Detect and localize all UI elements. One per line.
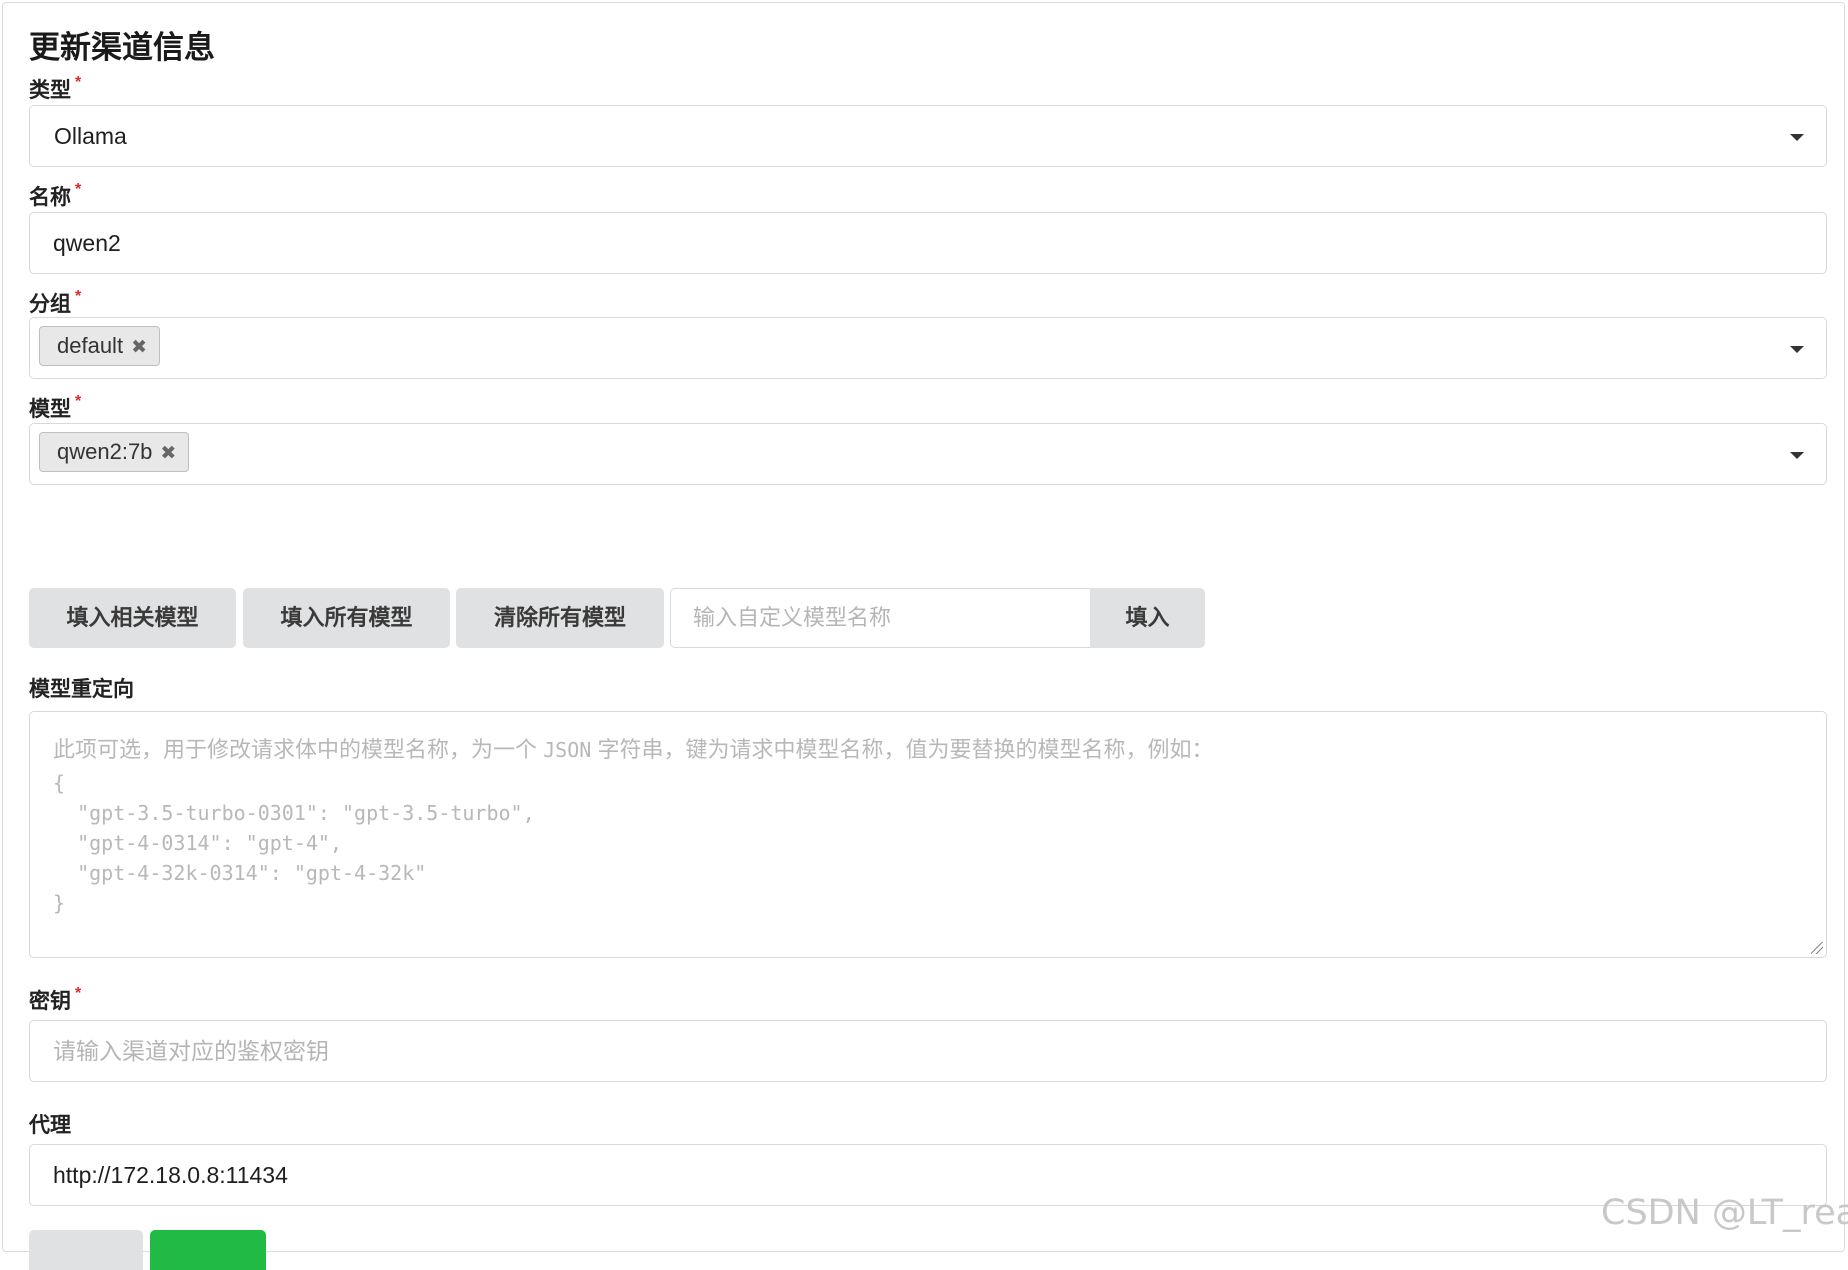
dropdown-caret-icon[interactable]: [1790, 134, 1804, 141]
group-multiselect[interactable]: default ✖: [29, 317, 1827, 379]
name-label-text: 名称: [29, 186, 71, 209]
group-tag-label: default: [57, 333, 124, 358]
proxy-label: 代理: [29, 1109, 71, 1139]
placeholder-tail: 字符串，键为请求中模型名称，值为要替换的模型名称，例如：: [597, 737, 1214, 762]
submit-button[interactable]: [150, 1230, 266, 1270]
model-tag: qwen2:7b ✖: [39, 432, 190, 472]
model-mapping-textarea[interactable]: 此项可选，用于修改请求体中的模型名称，为一个 JSON 字符串，键为请求中模型名…: [29, 711, 1827, 958]
model-mapping-label: 模型重定向: [29, 673, 134, 703]
type-select-value: Ollama: [54, 123, 127, 149]
placeholder-text: 此项可选，用于修改请求体中的模型名称，为一个: [53, 737, 538, 762]
model-mapping-placeholder-code: { "gpt-3.5-turbo-0301": "gpt-3.5-turbo",…: [53, 771, 535, 915]
page-title: 更新渠道信息: [29, 30, 215, 65]
proxy-label-text: 代理: [29, 1114, 71, 1137]
required-star: *: [75, 985, 82, 1002]
key-label-text: 密钥: [29, 990, 71, 1013]
models-label-text: 模型: [29, 398, 71, 421]
resize-handle-icon[interactable]: [1811, 942, 1823, 954]
channel-form-card: 更新渠道信息 类型* Ollama 名称* 分组* default✖ 模型*: [2, 2, 1845, 1270]
key-label: 密钥 *: [29, 985, 81, 1015]
name-label: 名称 *: [29, 181, 81, 211]
model-tag-label: qwen2:7b: [57, 439, 153, 464]
proxy-input[interactable]: [29, 1144, 1827, 1206]
key-input[interactable]: [29, 1020, 1827, 1082]
model-mapping-placeholder: 此项可选，用于修改请求体中的模型名称，为一个 JSON 字符串，键为请求中模型名…: [53, 732, 1213, 764]
required-star: *: [75, 74, 82, 91]
clear-all-models-button[interactable]: 清除所有模型: [456, 588, 664, 648]
cancel-button[interactable]: [29, 1230, 143, 1270]
type-label: 类型 *: [29, 74, 81, 104]
remove-tag-icon[interactable]: ✖: [160, 443, 176, 464]
models-multiselect[interactable]: qwen2:7b ✖: [29, 423, 1827, 485]
type-label-text: 类型: [29, 79, 71, 102]
placeholder-json-word: JSON: [543, 738, 592, 762]
watermark: CSDN @LT_real: [1601, 1193, 1848, 1233]
group-tag: default ✖: [39, 326, 160, 366]
dropdown-caret-icon[interactable]: [1790, 452, 1804, 459]
fill-all-models-button[interactable]: 填入所有模型: [243, 588, 450, 648]
model-mapping-label-text: 模型重定向: [29, 678, 134, 701]
group-label: 分组 *: [29, 288, 81, 318]
required-star: *: [75, 181, 82, 198]
dropdown-caret-icon[interactable]: [1790, 346, 1804, 353]
name-input[interactable]: [29, 212, 1827, 274]
required-star: *: [75, 288, 82, 305]
required-star: *: [75, 393, 82, 410]
fill-related-models-button[interactable]: 填入相关模型: [29, 588, 236, 648]
remove-tag-icon[interactable]: ✖: [131, 337, 147, 358]
custom-model-fill-button[interactable]: 填入: [1090, 588, 1205, 648]
group-label-text: 分组: [29, 293, 71, 316]
custom-model-input[interactable]: [670, 588, 1090, 648]
type-select[interactable]: Ollama: [29, 105, 1827, 167]
models-label: 模型 *: [29, 393, 81, 423]
